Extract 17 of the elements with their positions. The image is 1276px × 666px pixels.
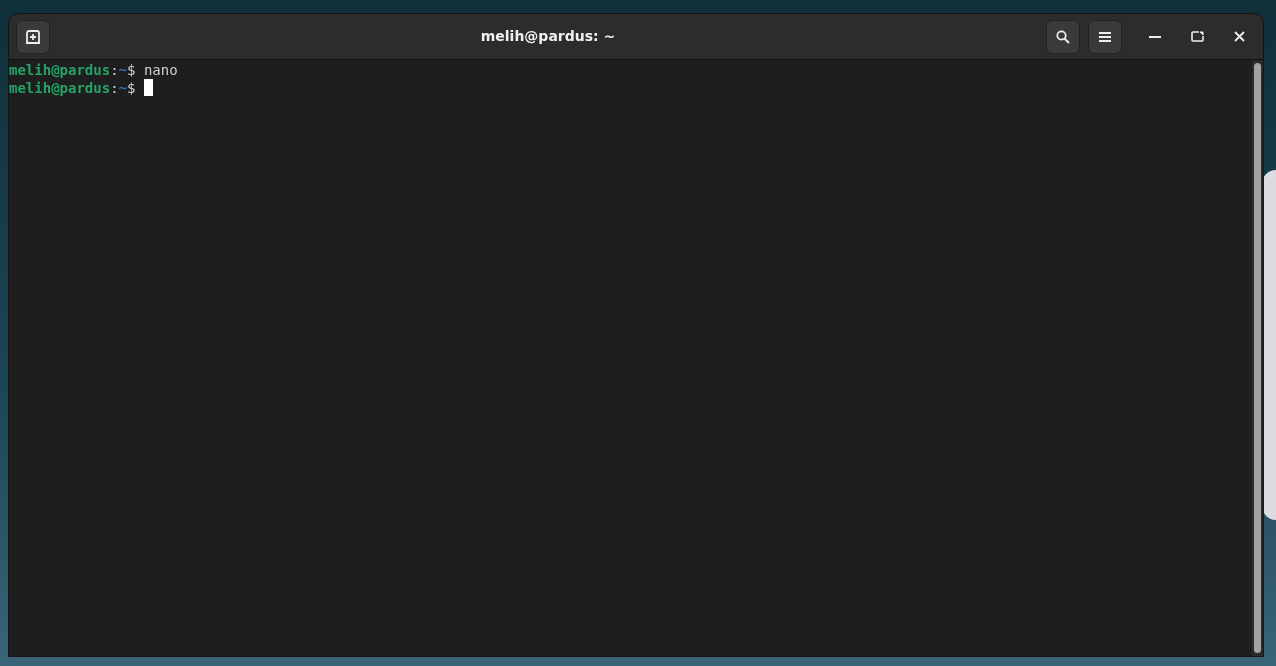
- command-text: nano: [143, 61, 178, 79]
- prompt-user-host: melih@pardus:: [9, 79, 119, 97]
- window-title: melih@pardus: ~: [480, 27, 616, 46]
- new-tab-button[interactable]: [16, 19, 50, 54]
- menu-button[interactable]: [1088, 19, 1122, 54]
- restore-icon: [1190, 31, 1204, 42]
- close-icon: [1233, 31, 1245, 42]
- search-button[interactable]: [1046, 19, 1080, 54]
- prompt-user-host: melih@pardus:: [9, 61, 119, 79]
- menu-icon: [1099, 30, 1111, 43]
- new-tab-icon: [25, 28, 41, 45]
- prompt-symbol: $: [127, 61, 137, 79]
- prompt-path: ~: [118, 79, 128, 97]
- prompt-symbol: $: [127, 79, 137, 97]
- prompt-path: ~: [118, 61, 128, 79]
- minimize-icon: [1149, 35, 1161, 38]
- search-icon: [1056, 29, 1070, 44]
